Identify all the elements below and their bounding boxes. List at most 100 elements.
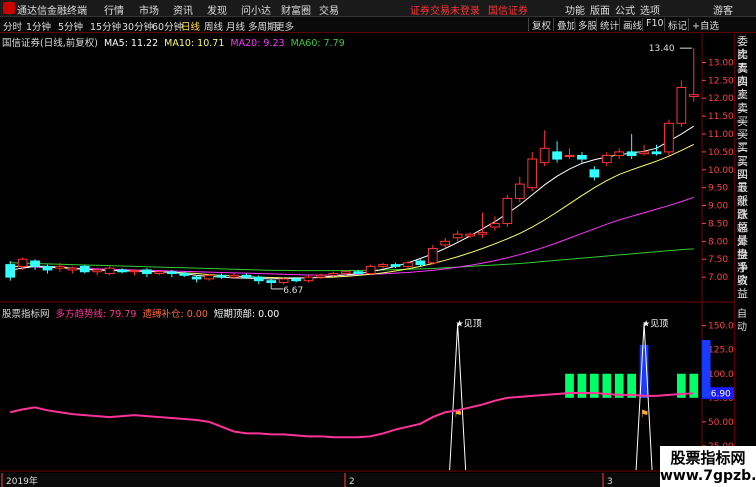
candle-body	[564, 154, 575, 157]
candle-body	[577, 154, 587, 160]
tab-more[interactable]: 更多	[275, 19, 294, 33]
stock-title: 国信证券(日线,前复权)	[2, 38, 98, 49]
date-label: 2019年	[6, 475, 38, 487]
candle-body	[42, 265, 53, 271]
menu-wealth[interactable]: 财富圈	[281, 2, 311, 17]
candle-body	[552, 151, 562, 160]
menu-function[interactable]: 功能	[565, 2, 585, 17]
y-tick-label: 7.50	[708, 255, 728, 265]
add-watchlist-button[interactable]: +自选	[688, 18, 722, 32]
candle-body	[216, 274, 227, 278]
menu-options[interactable]: 选项	[640, 2, 660, 17]
candle-body	[241, 274, 252, 278]
ma5-line	[10, 125, 695, 280]
y-tick-label: 9.50	[708, 184, 728, 194]
tab-5min[interactable]: 5分钟	[58, 19, 83, 33]
candle-body	[353, 271, 364, 275]
person-icon: ⚑	[640, 409, 649, 420]
y-tick-label: 50.00	[708, 418, 734, 428]
menu-layout[interactable]: 版面	[590, 2, 610, 17]
tab-15min[interactable]: 15分钟	[90, 19, 121, 33]
candle-body	[527, 158, 538, 189]
menu-discover[interactable]: 发现	[207, 2, 227, 17]
candle-body	[415, 260, 426, 266]
auto-label[interactable]: 自动	[737, 308, 756, 334]
top-signal-peak	[449, 323, 467, 471]
tab-monthly[interactable]: 月线	[226, 19, 245, 33]
quote-side-panel: 委比 卖五 卖四 卖三 卖二 卖一 买一 买二 买三 买四 买五 最新 涨跌 涨幅 总量 外盘 换手 净资 收益 自动	[734, 33, 756, 487]
candle-body	[601, 154, 612, 164]
ma10-label: MA10: 10.71	[164, 38, 225, 49]
ma5-label: MA5: 11.22	[103, 38, 159, 49]
candle-body	[55, 265, 65, 269]
candle-body	[104, 267, 115, 275]
ma20-line	[10, 196, 694, 276]
date-label: 3	[607, 477, 613, 487]
candle-body	[440, 240, 451, 246]
tab-timeshare[interactable]: 分时	[3, 19, 22, 33]
ma20-label: MA20: 9.23	[230, 38, 285, 49]
menu-news[interactable]: 资讯	[173, 2, 193, 17]
candle-body	[79, 265, 90, 273]
y-tick-label: 12.00	[708, 94, 734, 104]
candle-body	[303, 276, 314, 282]
y-tick-label: 10.50	[708, 148, 734, 158]
indicator-name[interactable]: 股票指标网	[2, 309, 50, 320]
mark-button[interactable]: 标记	[664, 18, 690, 32]
candle-body	[427, 247, 438, 264]
candle-body	[664, 122, 674, 153]
y-tick-label: 8.00	[708, 237, 728, 247]
candle-body	[490, 222, 500, 228]
high-label: 13.40	[649, 44, 675, 54]
adjust-button[interactable]: 复权	[528, 18, 554, 32]
candle-body	[328, 273, 339, 276]
date-axis	[0, 473, 734, 487]
login-status[interactable]: 证券交易未登录	[410, 2, 480, 17]
site-watermark: 股票指标网 www.7gpzb.com	[660, 446, 756, 487]
tab-daily[interactable]: 日线	[181, 19, 200, 33]
candle-body	[142, 269, 152, 275]
menu-quotes[interactable]: 行情	[104, 2, 124, 17]
candle-body	[390, 264, 401, 267]
candle-body	[92, 269, 103, 273]
y-tick-label: 12.50	[708, 76, 734, 86]
user-label[interactable]: 游客	[713, 2, 733, 17]
trend-line	[9, 392, 694, 439]
candle-body	[626, 151, 637, 156]
y-tick-label: 125.00	[708, 346, 734, 356]
y-tick-label: 8.50	[708, 219, 728, 229]
candle-body	[179, 273, 190, 276]
app-title: 通达信金融终端	[17, 6, 87, 17]
candle-body	[17, 258, 28, 267]
candle-body	[30, 260, 40, 267]
short-top-label: 短期顶部: 0.00	[213, 309, 280, 320]
candle-body	[166, 271, 177, 275]
candle-body	[278, 278, 289, 283]
candle-body	[539, 147, 550, 164]
candle-body	[266, 280, 277, 283]
tab-multi-period[interactable]: 多周期	[248, 19, 277, 33]
menu-trade[interactable]: 交易	[319, 2, 339, 17]
y-tick-label: 9.00	[708, 202, 728, 212]
period-toolbar: 分时 1分钟 5分钟 15分钟 30分钟 60分钟 日线 周线 月线 多周期 更…	[0, 17, 756, 33]
kline-chart[interactable]: 13.00 12.50 12.00 11.50 11.00 10.50 10.00 9.50 9…	[0, 33, 734, 487]
date-label: 2	[349, 477, 355, 487]
y-tick-label: 10.00	[708, 166, 734, 176]
low-label: 6.67	[283, 286, 303, 296]
candle-body	[154, 271, 165, 275]
menu-ask[interactable]: 问小达	[241, 2, 271, 17]
candle-body	[129, 270, 140, 273]
tab-60min[interactable]: 60分钟	[152, 19, 183, 33]
tab-weekly[interactable]: 周线	[204, 19, 223, 33]
menu-formula[interactable]: 公式	[615, 2, 635, 17]
ma60-line	[10, 248, 694, 272]
f10-button[interactable]: F10	[642, 18, 667, 31]
tab-1min[interactable]: 1分钟	[26, 19, 51, 33]
indicator-bar	[577, 373, 587, 398]
candle-body	[452, 233, 463, 239]
tab-30min[interactable]: 30分钟	[122, 19, 153, 33]
menu-market[interactable]: 市场	[139, 2, 159, 17]
candle-body	[688, 94, 699, 97]
candle-body	[67, 267, 78, 271]
broker-name: 国信证券	[488, 6, 528, 17]
